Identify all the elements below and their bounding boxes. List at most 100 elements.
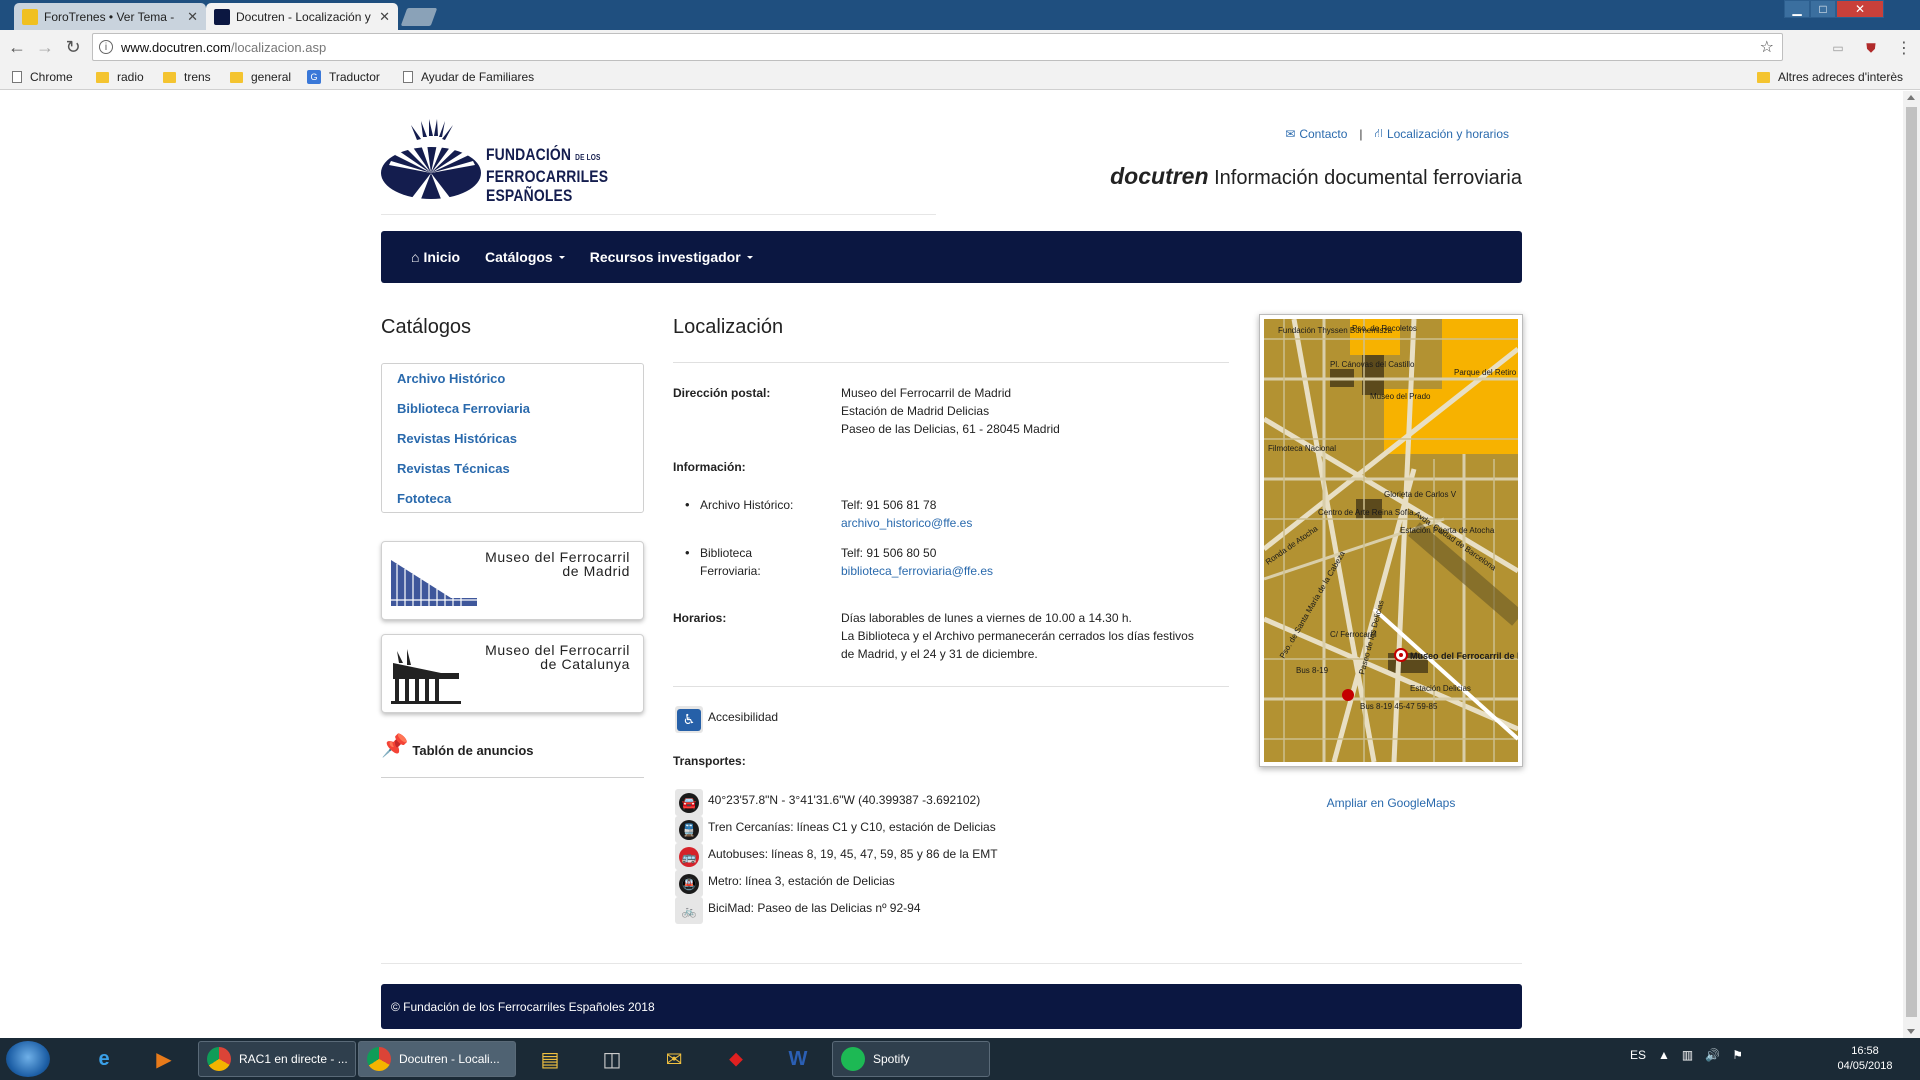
address-bar[interactable]: i www.docutren.com/localizacion.asp ☆ xyxy=(92,33,1783,61)
header-divider xyxy=(381,214,936,215)
internet-explorer-icon[interactable]: e xyxy=(80,1042,128,1076)
bookmark-traductor[interactable]: G Traductor xyxy=(307,70,380,84)
taskbar-docutren-chrome[interactable]: Docutren - Locali... xyxy=(358,1041,516,1077)
catalog-link-fototeca[interactable]: Fototeca xyxy=(397,490,628,520)
postal-address: Museo del Ferrocarril de Madrid Estación… xyxy=(841,384,1060,438)
envelope-icon: ✉ xyxy=(1285,127,1296,141)
catalog-link-archivo[interactable]: Archivo Histórico xyxy=(397,370,628,400)
chrome-icon xyxy=(207,1047,231,1071)
map-label: Museo del Prado xyxy=(1370,392,1431,401)
nav-home[interactable]: ⌂ Inicio xyxy=(411,249,460,265)
address-line: Estación de Madrid Delicias xyxy=(841,404,990,418)
pushpin-icon: 📌 xyxy=(381,733,409,758)
page-title: Localización xyxy=(673,316,784,338)
map-label: Bus 8-19 45-47 59-85 xyxy=(1360,702,1438,711)
close-tab-icon[interactable]: ✕ xyxy=(187,9,198,25)
bookmark-trens[interactable]: trens xyxy=(163,70,211,84)
archive-label: Archivo Histórico: xyxy=(685,496,793,514)
acrobat-icon[interactable]: ⬥ xyxy=(712,1042,760,1076)
volume-icon[interactable]: 🔊 xyxy=(1705,1048,1720,1062)
tagline-text: Información documental ferroviaria xyxy=(1214,167,1522,189)
location-map[interactable]: Fundación Thyssen Bornemisza Pso. de Rec… xyxy=(1259,314,1547,767)
map-label: Estación Delicias xyxy=(1410,684,1471,693)
minimize-button[interactable]: ▁ xyxy=(1784,0,1810,18)
back-icon[interactable]: ← xyxy=(6,36,28,58)
logo-line: FERROCARRILES xyxy=(486,167,609,186)
contact-link[interactable]: ✉ Contacto xyxy=(1285,127,1347,141)
word-icon[interactable]: W xyxy=(774,1042,822,1076)
start-button[interactable] xyxy=(6,1041,50,1077)
menu-icon[interactable]: ⋮ xyxy=(1895,39,1913,57)
caret-down-icon xyxy=(746,255,753,259)
site-info-icon[interactable]: i xyxy=(99,40,113,54)
file-explorer-icon[interactable]: ▤ xyxy=(526,1042,574,1076)
scroll-thumb[interactable] xyxy=(1906,107,1917,1017)
language-indicator[interactable]: ES xyxy=(1630,1048,1646,1062)
museum-madrid-banner[interactable]: Museo del Ferrocarril de Madrid xyxy=(381,541,644,620)
museum-catalunya-banner[interactable]: Museo del Ferrocarril de Catalunya xyxy=(381,634,644,713)
library-email-link[interactable]: biblioteca_ferroviaria@ffe.es xyxy=(841,564,993,578)
museum-madrid-illustration-icon xyxy=(391,560,477,606)
taskbar-spotify[interactable]: Spotify xyxy=(832,1041,990,1077)
forotrenes-favicon-icon xyxy=(22,8,38,25)
google-maps-link[interactable]: Ampliar en GoogleMaps xyxy=(1259,796,1523,810)
transport-coordinates: 40°23'57.8"N - 3°41'31.6"W (40.399387 -3… xyxy=(708,793,981,807)
scroll-down-arrow-icon[interactable] xyxy=(1907,1029,1915,1034)
url-path: /localizacion.asp xyxy=(230,39,327,55)
page-scrollbar[interactable] xyxy=(1903,91,1920,1038)
bookmark-ayudar[interactable]: Ayudar de Familiares xyxy=(403,70,538,84)
flag-icon[interactable]: ⚑ xyxy=(1732,1048,1743,1062)
mail-icon[interactable]: ✉ xyxy=(650,1042,698,1076)
museum-catalunya-illustration-icon xyxy=(391,649,461,704)
media-player-icon[interactable]: ▶ xyxy=(140,1042,188,1076)
bookmark-general[interactable]: general xyxy=(230,70,291,84)
map-label: Pl. Cánovas del Castillo xyxy=(1330,360,1415,369)
extension-icon[interactable]: ▭ xyxy=(1829,39,1847,57)
map-label: Centro de Arte Reina Sofía xyxy=(1318,508,1414,517)
forward-icon[interactable]: → xyxy=(34,36,56,58)
accessibility-badge: ♿ xyxy=(675,706,703,733)
dictionary-icon[interactable]: ◫ xyxy=(588,1042,636,1076)
taskbar-rac1-chrome[interactable]: RAC1 en directe - ... xyxy=(198,1041,356,1077)
network-icon[interactable]: ▥ xyxy=(1682,1048,1693,1062)
adblock-extension-icon[interactable]: ⛊ xyxy=(1862,39,1880,57)
brand-name: docutren xyxy=(1110,163,1209,189)
catalog-link-revistas-historicas[interactable]: Revistas Históricas xyxy=(397,430,628,460)
tab-forotrenes[interactable]: ForoTrenes • Ver Tema - ✕ xyxy=(14,3,206,30)
tab-docutren[interactable]: Docutren - Localización y ✕ xyxy=(206,3,398,30)
catalog-link-biblioteca[interactable]: Biblioteca Ferroviaria xyxy=(397,400,628,430)
archive-contact: Telf: 91 506 81 78 archivo_historico@ffe… xyxy=(841,496,972,532)
google-translate-icon: G xyxy=(307,70,321,84)
notice-board-link[interactable]: 📌 Tablón de anuncios xyxy=(381,733,644,778)
close-tab-icon[interactable]: ✕ xyxy=(379,9,390,25)
maximize-button[interactable]: □ xyxy=(1810,0,1836,18)
archive-email-link[interactable]: archivo_historico@ffe.es xyxy=(841,516,972,530)
bookmark-star-icon[interactable]: ☆ xyxy=(1760,37,1774,57)
bookmark-radio[interactable]: radio xyxy=(96,70,144,84)
hours-line: Días laborables de lunes a viernes de 10… xyxy=(841,611,1132,625)
road-icon: ⛙ xyxy=(1374,126,1383,140)
close-window-button[interactable]: ✕ xyxy=(1836,0,1884,18)
street-map-illustration: Fundación Thyssen Bornemisza Pso. de Rec… xyxy=(1262,318,1547,763)
map-label: Pso. de Recoletos xyxy=(1352,324,1417,333)
bus-icon: 🚌 xyxy=(679,846,699,867)
windows-taskbar: e ▶ RAC1 en directe - ... Docutren - Loc… xyxy=(0,1038,1920,1080)
hours-label: Horarios: xyxy=(673,611,727,625)
address-line: Museo del Ferrocarril de Madrid xyxy=(841,386,1012,400)
bookmarks-bar: Chrome radio trens general G Traductor Ay… xyxy=(0,66,1920,90)
nav-catalogs[interactable]: Catálogos xyxy=(485,249,565,265)
metro-badge: 🚇 xyxy=(675,870,703,897)
footer-divider xyxy=(381,963,1522,964)
catalog-link-revistas-tecnicas[interactable]: Revistas Técnicas xyxy=(397,460,628,490)
tab-title: ForoTrenes • Ver Tema - xyxy=(44,9,175,24)
tray-expand-icon[interactable]: ▲ xyxy=(1658,1048,1670,1062)
system-clock[interactable]: 16:58 04/05/2018 xyxy=(1830,1044,1900,1074)
nav-resources[interactable]: Recursos investigador xyxy=(590,249,753,265)
new-tab-button[interactable] xyxy=(400,8,438,26)
scroll-up-arrow-icon[interactable] xyxy=(1907,95,1915,100)
location-link[interactable]: ⛙ Localización y horarios xyxy=(1375,126,1510,142)
bookmark-chrome[interactable]: Chrome xyxy=(12,70,73,84)
bookmark-other[interactable]: Altres adreces d'interès xyxy=(1757,70,1903,84)
reload-icon[interactable]: ↻ xyxy=(62,36,84,58)
copyright-text: © Fundación de los Ferrocarriles Español… xyxy=(391,999,655,1014)
